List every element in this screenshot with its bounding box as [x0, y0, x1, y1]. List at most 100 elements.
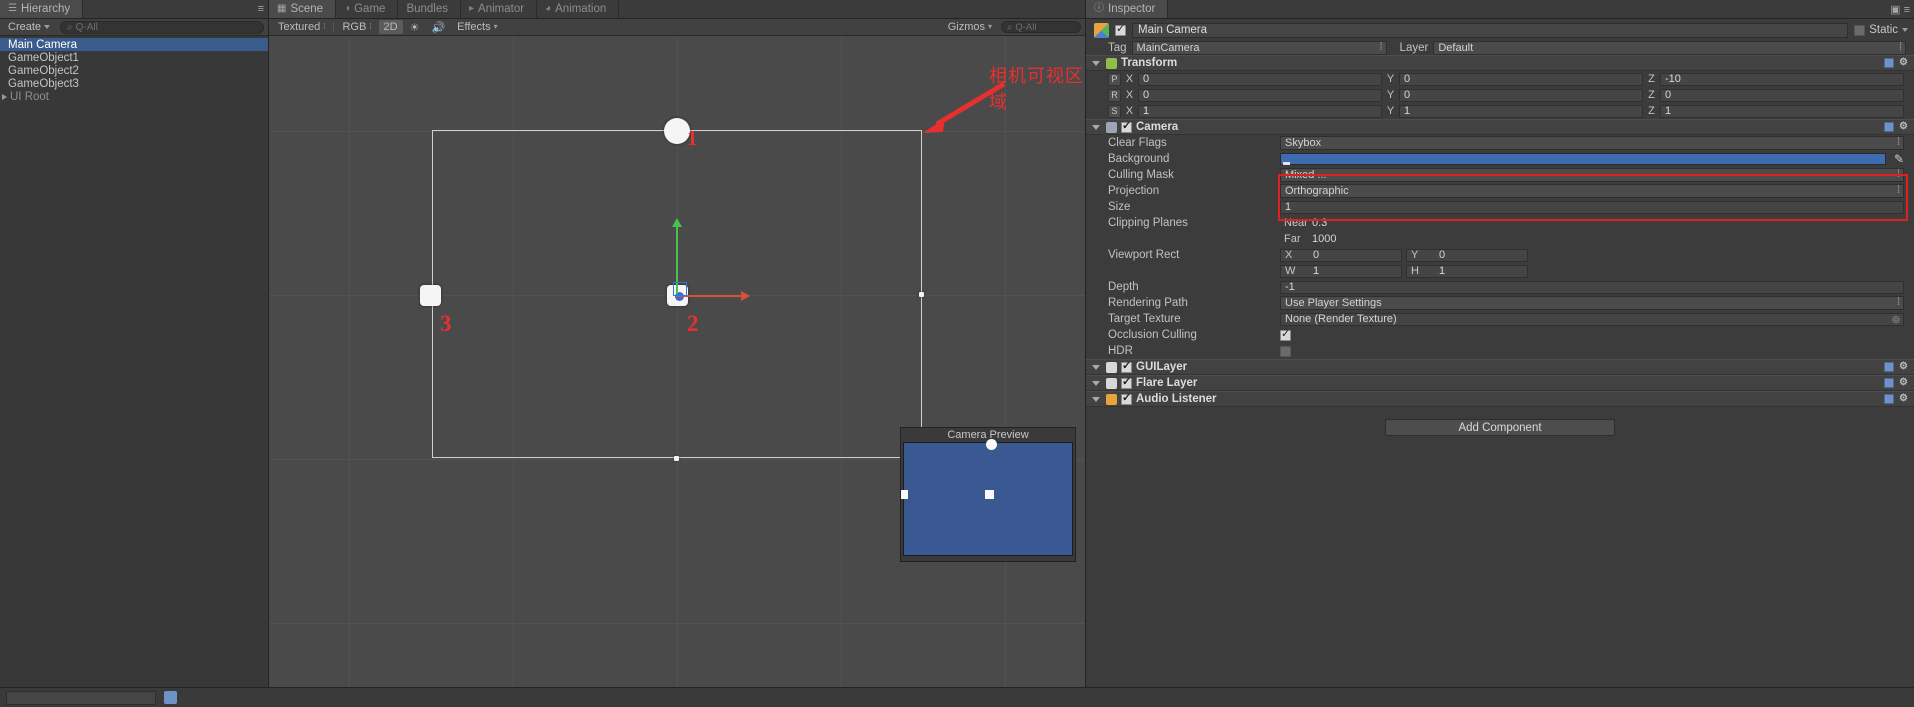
- component-enabled-checkbox-flare-layer[interactable]: [1121, 376, 1132, 389]
- search-icon-scene: ⌕: [1007, 21, 1013, 33]
- gear-icon-flare-layer[interactable]: ⚙: [1899, 378, 1908, 388]
- toggle-2d-button[interactable]: 2D: [378, 20, 403, 34]
- field-clipping-planes-near[interactable]: Near 0.3: [1280, 217, 1904, 230]
- dropdown-clear-flags[interactable]: Skybox: [1280, 136, 1904, 150]
- input-depth[interactable]: -1: [1280, 280, 1904, 294]
- checkbox-occlusion-culling[interactable]: [1280, 328, 1291, 341]
- tab-animator[interactable]: ▸ Animator: [461, 0, 538, 18]
- foldout-icon-transform[interactable]: [1092, 60, 1100, 66]
- field-r-y[interactable]: 0: [1399, 88, 1643, 102]
- dropdown-value-projection: Orthographic: [1285, 185, 1349, 197]
- tab-label: Animation: [555, 3, 607, 15]
- chevron-right-icon[interactable]: [2, 93, 7, 100]
- value-x: 0: [1313, 249, 1320, 261]
- frustum-handle-bottom[interactable]: [674, 456, 679, 461]
- add-component-button[interactable]: Add Component: [1385, 419, 1615, 436]
- draw-mode-dropdown[interactable]: Textured ⁞: [273, 20, 330, 34]
- checkbox-hdr[interactable]: [1280, 345, 1291, 357]
- field-p-x[interactable]: 0: [1138, 72, 1382, 86]
- axis-badge-r: R: [1108, 88, 1121, 102]
- create-button[interactable]: Create: [4, 20, 54, 34]
- gear-icon-transform[interactable]: ⚙: [1899, 58, 1908, 68]
- foldout-icon-camera[interactable]: [1092, 124, 1100, 130]
- hierarchy-panel-menu-icon[interactable]: ≡: [258, 3, 264, 15]
- field-y[interactable]: Y0: [1406, 248, 1528, 262]
- hierarchy-item-label: UI Root: [10, 90, 49, 103]
- field-w[interactable]: W1: [1280, 264, 1402, 278]
- gear-icon-camera[interactable]: ⚙: [1899, 122, 1908, 132]
- scene-audio-toggle[interactable]: 🔊: [426, 20, 450, 34]
- foldout-icon-guilayer[interactable]: [1092, 364, 1100, 370]
- tab-game[interactable]: ◑ Game: [336, 0, 399, 18]
- scene-lighting-toggle[interactable]: ☀: [405, 20, 425, 34]
- object-field-target-texture[interactable]: None (Render Texture) ◎: [1280, 312, 1904, 326]
- help-icon-flare-layer[interactable]: [1884, 378, 1895, 388]
- field-r-z[interactable]: 0: [1660, 88, 1904, 102]
- eyedropper-icon[interactable]: ✎: [1894, 152, 1904, 166]
- field-p-z[interactable]: -10: [1660, 72, 1904, 86]
- hierarchy-search-input[interactable]: ⌕ Q-All: [60, 20, 264, 34]
- hierarchy-item-gameobject3[interactable]: GameObject3: [0, 77, 268, 90]
- tab-inspector[interactable]: ⓘ Inspector: [1086, 0, 1169, 18]
- tab-bundles[interactable]: Bundles: [398, 0, 461, 18]
- tab-scene[interactable]: ▦ Scene: [269, 0, 337, 18]
- component-enabled-checkbox-audio-listener[interactable]: [1121, 392, 1132, 405]
- effects-dropdown[interactable]: Effects ▾: [452, 20, 502, 34]
- preview-dot-top: [986, 439, 997, 450]
- field-p-y[interactable]: 0: [1399, 72, 1643, 86]
- draw-mode-label: Textured: [278, 21, 321, 33]
- hierarchy-item-gameobject2[interactable]: GameObject2: [0, 64, 268, 77]
- tag-dropdown[interactable]: MainCamera: [1131, 40, 1387, 55]
- static-checkbox[interactable]: [1854, 24, 1866, 36]
- dropdown-rendering-path[interactable]: Use Player Settings: [1280, 296, 1904, 310]
- scene-viewport[interactable]: 相机可视区域 1 2 3 Camera Preview: [269, 36, 1085, 687]
- help-icon-transform[interactable]: [1884, 58, 1895, 68]
- tab-animation[interactable]: ◕ Animation: [537, 0, 620, 18]
- gizmo-xy-plane[interactable]: [673, 282, 687, 296]
- foldout-icon-audio-listener[interactable]: [1092, 396, 1100, 402]
- gizmos-dropdown[interactable]: Gizmos ▾: [943, 20, 997, 34]
- grid-line-h4: [269, 623, 1085, 624]
- dropdown-projection[interactable]: Orthographic: [1280, 184, 1904, 198]
- field-x[interactable]: X0: [1280, 248, 1402, 262]
- inspector-panel-menu-icon[interactable]: ▣ ≡: [1890, 3, 1910, 16]
- field-clipping-planes-far[interactable]: Far 1000: [1280, 233, 1904, 246]
- hierarchy-item-ui-root[interactable]: UI Root: [0, 90, 268, 103]
- layer-dropdown[interactable]: Default: [1433, 40, 1906, 55]
- hierarchy-item-gameobject1[interactable]: GameObject1: [0, 51, 268, 64]
- component-enabled-checkbox-guilayer[interactable]: [1121, 360, 1132, 373]
- color-mode-dropdown[interactable]: RGB ⁞: [337, 20, 376, 34]
- help-icon-audio-listener[interactable]: [1884, 394, 1895, 404]
- field-h[interactable]: H1: [1406, 264, 1528, 278]
- scene-search-input[interactable]: ⌕ Q-All: [1001, 21, 1081, 33]
- gear-icon-guilayer[interactable]: ⚙: [1899, 362, 1908, 372]
- hierarchy-item-label: GameObject3: [8, 77, 79, 90]
- sub-label-w: W: [1285, 265, 1296, 277]
- tab-hierarchy[interactable]: ☰ Hierarchy: [0, 0, 84, 18]
- status-search-input[interactable]: [6, 690, 156, 705]
- field-s-x[interactable]: 1: [1138, 104, 1382, 118]
- help-icon-guilayer[interactable]: [1884, 362, 1895, 372]
- field-s-z[interactable]: 1: [1660, 104, 1904, 118]
- console-icon[interactable]: [164, 691, 177, 704]
- dropdown-culling-mask[interactable]: Mixed ...: [1280, 168, 1904, 182]
- hierarchy-item-main-camera[interactable]: Main Camera: [0, 38, 268, 51]
- color-swatch-background[interactable]: [1280, 153, 1886, 165]
- object-enabled-checkbox[interactable]: [1115, 23, 1126, 36]
- object-picker-icon[interactable]: ◎: [1892, 314, 1900, 325]
- frustum-handle-right[interactable]: [919, 292, 924, 297]
- camera-gizmo-left[interactable]: [420, 285, 441, 306]
- camera-icon: [1106, 121, 1117, 133]
- input-size[interactable]: 1: [1280, 200, 1904, 214]
- chevron-down-icon-static[interactable]: [1902, 28, 1908, 32]
- field-s-y[interactable]: 1: [1399, 104, 1643, 118]
- static-toggle-group[interactable]: Static: [1854, 24, 1908, 36]
- prop-row-depth: Depth -1: [1086, 279, 1914, 295]
- component-enabled-checkbox-camera[interactable]: [1121, 120, 1132, 133]
- help-icon-camera[interactable]: [1884, 122, 1895, 132]
- field-r-x[interactable]: 0: [1138, 88, 1382, 102]
- foldout-icon-flare-layer[interactable]: [1092, 380, 1100, 386]
- hierarchy-item-label: GameObject2: [8, 64, 79, 77]
- gear-icon-audio-listener[interactable]: ⚙: [1899, 394, 1908, 404]
- object-name-input[interactable]: Main Camera: [1132, 22, 1849, 38]
